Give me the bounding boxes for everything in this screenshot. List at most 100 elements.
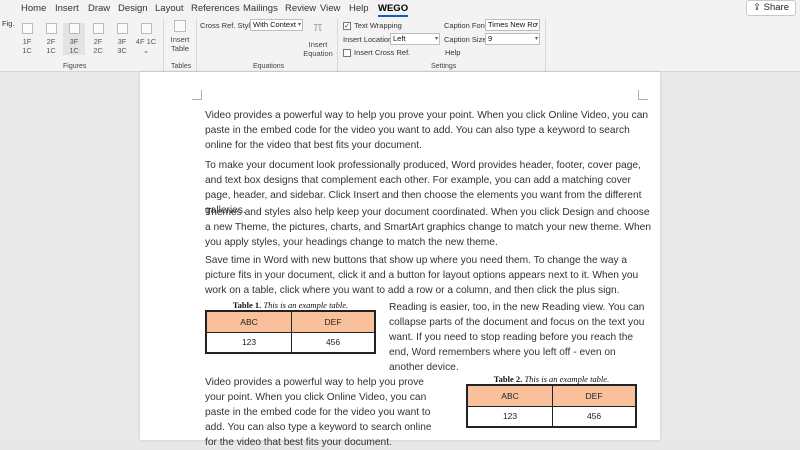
table-cell[interactable]: 123 [466,405,554,428]
table-caption-text: This is an example table. [524,374,610,384]
share-button[interactable]: ⇪ Share [746,0,796,16]
settings-group-label: Settings [431,63,457,70]
text-wrapping-label: Text Wrapping [354,21,402,30]
text-wrapping-toggle[interactable]: ✓ Text Wrapping [343,21,402,31]
ribbon-tabs: Home Insert Draw Design Layout Reference… [0,0,800,17]
fig-btn-bottom: 1C [69,46,79,55]
fig-btn-bottom: ⌄ [142,46,150,55]
insert-table-button[interactable]: Insert Table [168,20,192,53]
table-caption-number: Table 2. [493,374,523,384]
insert-table-label2: Table [171,44,189,53]
tab-draw[interactable]: Draw [88,3,110,14]
example-table-1[interactable]: ABC DEF 123 456 [205,310,376,354]
tab-references[interactable]: References [191,3,240,14]
figure-layout-icon [116,23,128,34]
tab-view[interactable]: View [320,3,340,14]
insert-location-value: Left [393,34,406,43]
share-icon: ⇪ [753,2,764,13]
table-header-cell[interactable]: DEF [552,384,637,407]
chevron-down-icon: ▾ [434,36,438,42]
table-header-cell[interactable]: ABC [466,384,554,407]
paragraph[interactable]: Themes and styles also help keep your do… [205,205,655,250]
table-header-cell[interactable]: DEF [291,310,376,333]
insert-crossref-toggle[interactable]: Insert Cross Ref. [343,48,411,58]
insert-equation-label: Insert [308,40,328,49]
table-header-cell[interactable]: ABC [205,310,293,333]
document-canvas[interactable]: Video provides a powerful way to help yo… [0,72,800,448]
paragraph[interactable]: Save time in Word with new buttons that … [205,253,655,298]
crop-mark [638,90,648,100]
insert-location-label: Insert Location [343,35,393,44]
fig-btn-top: 3F [69,37,79,46]
table-icon [174,20,186,32]
example-table-2[interactable]: ABC DEF 123 456 [466,384,637,428]
insert-equation-label2: Equation [303,49,333,58]
chevron-down-icon: ▾ [534,36,538,42]
figure-layout-icon [68,23,80,34]
share-label: Share [763,2,789,13]
fig-btn-top: 2F [46,37,56,46]
insert-equation-button[interactable]: π Insert Equation [303,19,333,59]
chevron-down-icon: ▾ [534,22,538,28]
tab-insert[interactable]: Insert [55,3,79,14]
tab-help[interactable]: Help [349,3,369,14]
table-cell[interactable]: 456 [552,405,637,428]
help-button[interactable]: Help [445,48,460,57]
tab-home[interactable]: Home [21,3,46,14]
caption-size-select[interactable]: 9 ▾ [485,33,540,45]
figure-layout-icon [21,23,33,34]
group-separator [163,19,164,71]
chevron-down-icon: ▾ [297,22,301,28]
fig-btn-top: 3F [117,37,127,46]
caption-size-label: Caption Size [444,35,487,44]
tables-group-label: Tables [171,63,192,70]
group-separator [545,19,546,71]
insert-location-select[interactable]: Left ▾ [390,33,440,45]
figure-2f2c-button[interactable]: 2F 2C [87,23,109,55]
crossref-style-label: Cross Ref. Style [200,21,255,30]
figure-4f1c-button[interactable]: 4F 1C ⌄ [135,23,157,55]
fig-btn-top: 1F [22,37,32,46]
caption-font-label: Caption Font [444,21,487,30]
figures-group-label: Figures [63,63,87,70]
table-caption: Table 2. This is an example table. [466,374,637,384]
ribbon: Fig. 1F 1C 2F 1C 3F 1C 2F 2C 3F 3C 4F 1C… [0,17,800,72]
tab-review[interactable]: Review [285,3,316,14]
fig-btn-bottom: 1C [46,46,56,55]
paragraph[interactable]: Video provides a powerful way to help yo… [205,108,655,153]
table-cell[interactable]: 123 [205,331,293,354]
figure-3f1c-button[interactable]: 3F 1C [63,23,85,55]
caption-font-select[interactable]: Times New Ro ▾ [485,19,540,31]
group-separator [337,19,338,71]
paragraph[interactable]: Video provides a powerful way to help yo… [205,375,445,450]
figure-layout-icon [45,23,57,34]
figure-layout-icon [140,23,152,34]
fig-btn-bottom: 1C [22,46,32,55]
crop-mark [192,90,202,100]
fig-btn-bottom: 2C [93,46,103,55]
tab-design[interactable]: Design [118,3,148,14]
tab-layout[interactable]: Layout [155,3,184,14]
figure-3f3c-button[interactable]: 3F 3C [111,23,133,55]
caption-size-value: 9 [488,34,493,43]
tab-wego[interactable]: WEGO [378,3,409,17]
document-page[interactable]: Video provides a powerful way to help yo… [140,72,660,448]
fig-prefix: Fig. [2,19,15,28]
fig-btn-top: 2F [93,37,103,46]
caption-font-value: Times New Ro [488,20,537,29]
insert-crossref-label: Insert Cross Ref. [354,48,411,57]
fig-btn-top: 4F 1C [135,37,157,46]
table-cell[interactable]: 456 [291,331,376,354]
figure-1f1c-button[interactable]: 1F 1C [16,23,38,55]
table-caption-number: Table 1. [232,300,262,310]
tab-mailings[interactable]: Mailings [243,3,278,14]
table-caption-text: This is an example table. [263,300,349,310]
figure-2f1c-button[interactable]: 2F 1C [40,23,62,55]
paragraph[interactable]: Reading is easier, too, in the new Readi… [389,300,651,375]
pi-icon: π [313,19,323,34]
crossref-style-select[interactable]: With Context ▾ [250,19,303,31]
figure-layout-icon [92,23,104,34]
table-caption: Table 1. This is an example table. [205,300,376,310]
fig-btn-bottom: 3C [117,46,127,55]
crossref-style-value: With Context [253,20,296,29]
